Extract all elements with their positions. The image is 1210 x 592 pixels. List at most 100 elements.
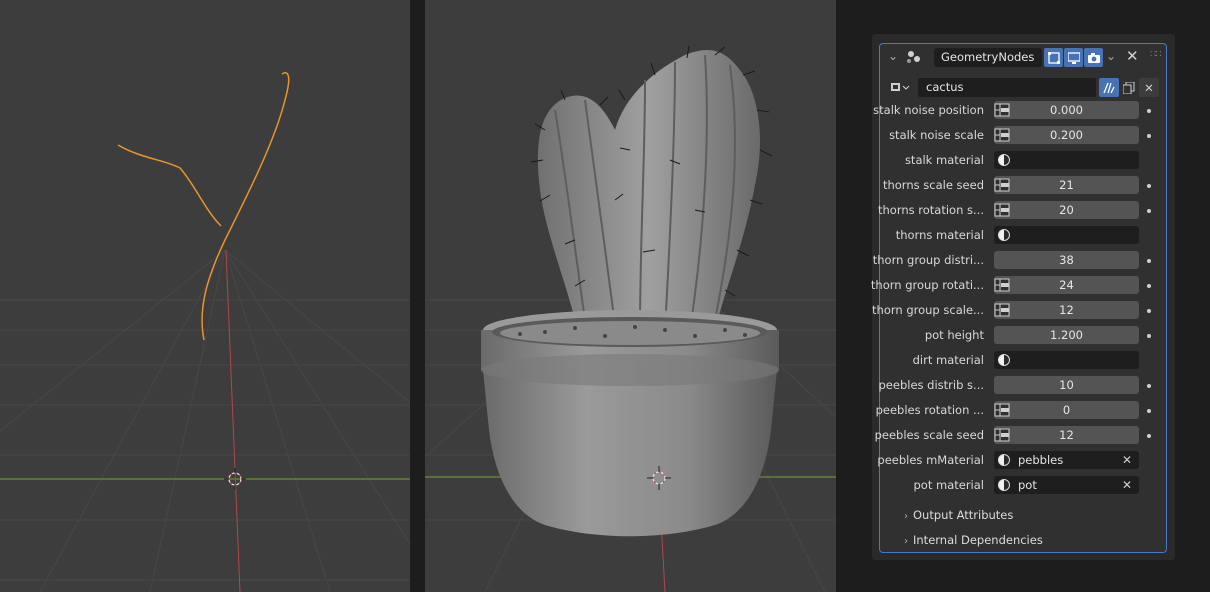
viewport-right[interactable] [425,0,836,592]
input-row: peebles mMaterial pebbles ✕ [877,450,1166,470]
output-attributes-label: Output Attributes [913,508,1014,522]
output-attributes-subpanel[interactable]: › Output Attributes [904,508,1013,522]
input-row: dirt material [880,350,1166,370]
material-field[interactable] [994,151,1139,169]
pot-body [483,370,777,537]
attribute-toggle-icon[interactable] [994,278,1010,292]
viewport-left[interactable] [0,0,410,592]
input-label: pot material [913,478,985,492]
input-label: stalk noise position [873,103,984,117]
keyframe-dot-icon[interactable] [1147,284,1151,288]
keyframe-dot-icon[interactable] [1147,434,1151,438]
viewport-icon[interactable] [1064,48,1083,67]
keyframe-dot-icon[interactable] [1147,209,1151,213]
expand-chevron-icon: › [904,511,908,522]
internal-dependencies-label: Internal Dependencies [913,533,1043,547]
material-field[interactable] [994,351,1139,369]
viewport-left-canvas [0,72,410,592]
input-label: stalk noise scale [889,128,984,142]
input-label: peebles distrib s... [878,378,985,392]
material-field[interactable]: pebbles [994,451,1139,469]
material-icon [998,154,1010,166]
value-field[interactable]: 38 [994,251,1139,269]
input-row: thorns scale seed 21 [880,175,1166,195]
modifier-header: ⌄ GeometryNodes ⌄ ✕ ∷∷ [886,47,1162,70]
keyframe-dot-icon[interactable] [1147,384,1151,388]
input-row: pot material pot ✕ [880,475,1166,495]
attribute-toggle-icon[interactable] [994,303,1010,317]
keyframe-dot-icon[interactable] [1147,109,1151,113]
keyframe-dot-icon[interactable] [1147,334,1151,338]
input-row: pot height 1.200 [880,325,1166,345]
internal-dependencies-subpanel[interactable]: › Internal Dependencies [904,533,1043,547]
input-label: dirt material [912,353,984,367]
value-field[interactable]: 0.000 [994,101,1139,119]
input-row: stalk noise scale 0.200 [880,125,1166,145]
input-label: thorns material [895,228,984,242]
material-icon [998,354,1010,366]
viewport-right-canvas [425,45,836,592]
material-field[interactable]: pot [994,476,1139,494]
unlink-icon[interactable]: ✕ [1139,78,1159,97]
remove-modifier-icon[interactable]: ✕ [1126,47,1139,65]
attribute-toggle-icon[interactable] [994,428,1010,442]
attribute-toggle-icon[interactable] [994,203,1010,217]
input-row: thorn group rotati... 24 [871,275,1166,295]
keyframe-dot-icon[interactable] [1147,309,1151,313]
input-row: thorn group scale... 12 [872,300,1166,320]
curve-left [117,144,222,227]
value-field[interactable]: 10 [994,376,1139,394]
input-row: thorns rotation s... 20 [877,200,1166,220]
value-field[interactable]: 0 [994,401,1139,419]
input-row: thorns material [880,225,1166,245]
drag-handle-icon[interactable]: ∷∷ [1150,49,1162,60]
geometry-nodes-modifier: ⌄ GeometryNodes ⌄ ✕ ∷∷ cactus ✕ stalk no… [871,43,1167,553]
modifier-geometry-icon [904,47,926,70]
clear-material-icon[interactable]: ✕ [1122,451,1132,469]
value-field[interactable]: 1.200 [994,326,1139,344]
value-field[interactable]: 24 [994,276,1139,294]
fake-user-icon[interactable] [1099,78,1119,97]
input-label: stalk material [904,153,984,167]
input-label: thorns scale seed [882,178,984,192]
clear-material-icon[interactable]: ✕ [1122,476,1132,494]
modifier-name-field[interactable]: GeometryNodes [934,48,1042,67]
node-tree-browse-icon[interactable] [890,78,910,97]
cactus-body [537,50,760,330]
input-row: stalk material [880,150,1166,170]
value-field[interactable]: 12 [994,301,1139,319]
material-icon [998,229,1010,241]
input-label: pot height [924,328,984,342]
value-field[interactable]: 21 [994,176,1139,194]
value-field[interactable]: 20 [994,201,1139,219]
keyframe-dot-icon[interactable] [1147,134,1151,138]
expand-chevron-icon: › [904,536,908,547]
attribute-toggle-icon[interactable] [994,178,1010,192]
dropdown-chevron-icon[interactable]: ⌄ [1106,49,1116,63]
input-label: peebles rotation ... [875,403,984,417]
render-icon[interactable] [1084,48,1103,67]
input-label: thorn group distri... [872,253,984,267]
input-row: peebles distrib s... 10 [878,375,1166,395]
edit-mode-icon[interactable] [1044,48,1063,67]
input-row: thorn group distri... 38 [873,250,1166,270]
node-tree-name-field[interactable]: cactus [918,78,1096,97]
keyframe-dot-icon[interactable] [1147,409,1151,413]
input-label: thorns rotation s... [877,203,984,217]
attribute-toggle-icon[interactable] [994,403,1010,417]
value-field[interactable]: 12 [994,426,1139,444]
input-label: peebles scale seed [874,428,984,442]
collapse-chevron-icon[interactable]: ⌄ [888,49,898,63]
input-row: stalk noise position 0.000 [873,100,1166,120]
input-row: peebles scale seed 12 [875,425,1166,445]
input-label: peebles mMaterial [877,453,984,467]
duplicate-icon[interactable] [1119,78,1139,97]
keyframe-dot-icon[interactable] [1147,259,1151,263]
input-label: thorn group rotati... [870,278,984,292]
input-label: thorn group scale... [872,303,984,317]
attribute-toggle-icon[interactable] [994,103,1010,117]
attribute-toggle-icon[interactable] [994,128,1010,142]
value-field[interactable]: 0.200 [994,126,1139,144]
keyframe-dot-icon[interactable] [1147,184,1151,188]
material-field[interactable] [994,226,1139,244]
